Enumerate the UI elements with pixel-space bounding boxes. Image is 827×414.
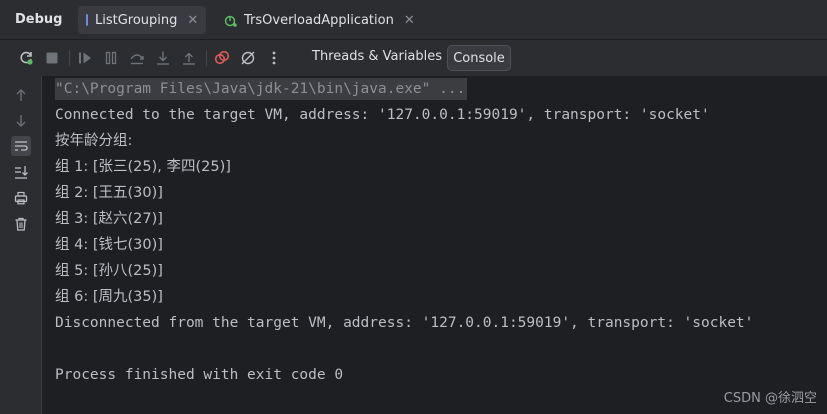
spring-boot-icon [224,14,237,27]
tab-listgrouping[interactable]: ListGrouping ✕ [78,6,206,34]
tab-threads-variables[interactable]: Threads & Variables [312,49,442,67]
step-into-icon[interactable] [155,50,171,66]
tab-trsoverloadapplication[interactable]: TrsOverloadApplication ✕ [216,6,415,34]
step-over-icon[interactable] [129,50,145,66]
java-class-icon [86,14,88,26]
panel-title: Debug [15,12,63,27]
pause-icon[interactable] [103,50,119,66]
watermark: CSDN @徐泗空 [723,391,817,406]
tab-label: TrsOverloadApplication [244,12,394,28]
resume-icon[interactable] [77,50,93,66]
toolbar-divider [206,50,207,66]
mute-breakpoints-icon[interactable] [240,50,256,66]
console-line-command: "C:\Program Files\Java\jdk-21\bin\java.e… [55,78,468,100]
console-line: Process finished with exit code 0 [55,367,344,383]
console-line: 组 6: [周九(35)] [55,289,163,305]
rerun-icon[interactable] [18,50,34,66]
console-line: 组 4: [钱七(30)] [55,237,163,253]
soft-wrap-icon[interactable] [11,136,31,156]
step-out-icon[interactable] [181,50,197,66]
console-line: Connected to the target VM, address: '12… [55,107,710,123]
arrow-down-icon[interactable] [12,112,30,130]
debug-toolbar: Threads & Variables [0,40,827,76]
scroll-to-end-icon[interactable] [12,163,30,181]
console-gutter [0,76,42,414]
debug-tab-bar: Debug ListGrouping ✕ TrsOverloadApplicat… [0,0,827,40]
tab-label: ListGrouping [95,12,178,28]
console-line: 按年龄分组: [55,133,133,149]
console-line: 组 2: [王五(30)] [55,185,163,201]
print-icon[interactable] [12,189,30,207]
tab-console[interactable]: Console [447,45,511,71]
more-options-icon[interactable] [266,50,282,66]
view-breakpoints-icon[interactable] [214,50,230,66]
console-line: 组 1: [张三(25), 李四(25)] [55,159,231,175]
toolbar-divider [69,50,70,66]
arrow-up-icon[interactable] [12,86,30,104]
stop-icon[interactable] [44,50,60,66]
console-line: 组 3: [赵六(27)] [55,211,163,227]
trash-icon[interactable] [12,215,30,233]
close-icon[interactable]: ✕ [177,13,198,28]
console-line: 组 5: [孙八(25)] [55,263,163,279]
console-line: Disconnected from the target VM, address… [55,315,754,331]
close-icon[interactable]: ✕ [394,13,415,28]
console-output[interactable]: "C:\Program Files\Java\jdk-21\bin\java.e… [42,76,827,414]
